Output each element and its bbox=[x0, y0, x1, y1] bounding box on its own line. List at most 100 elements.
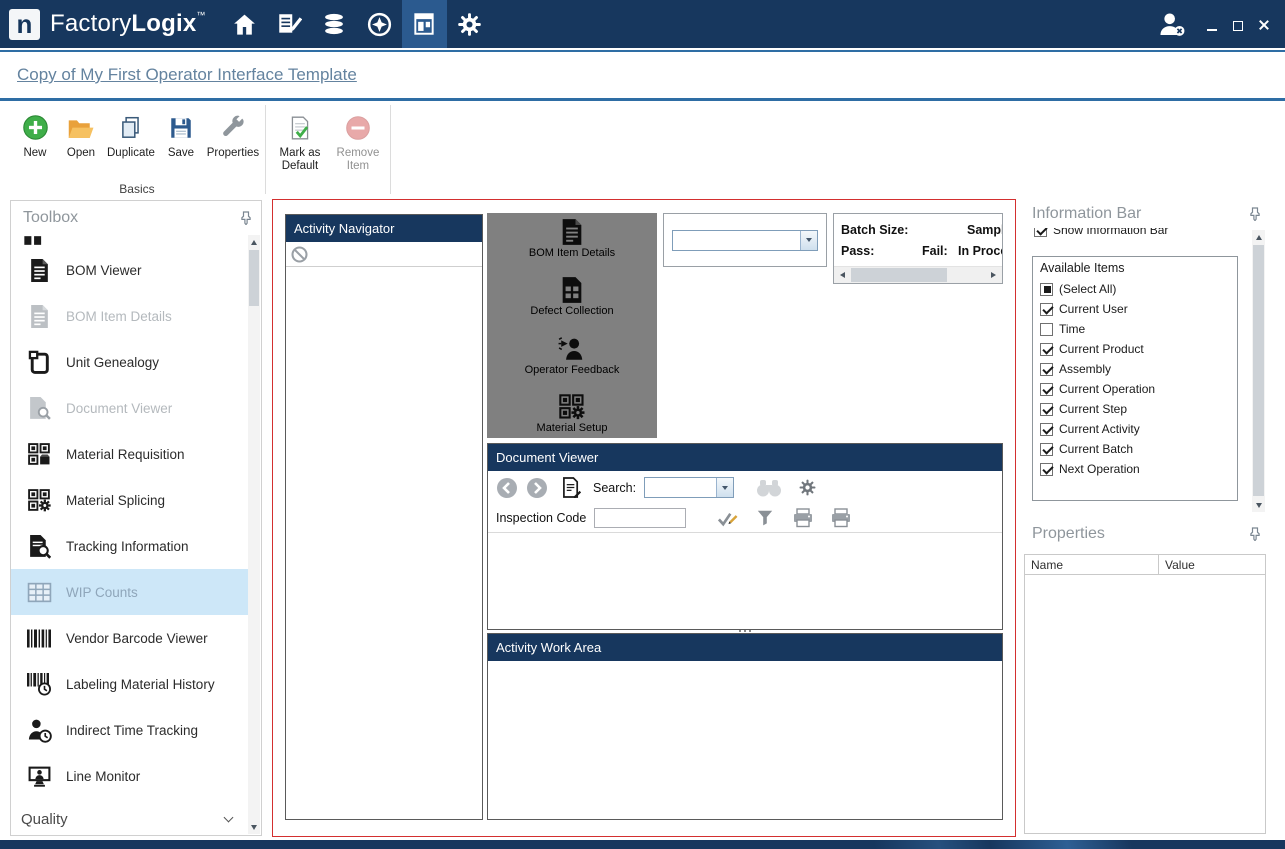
toolbox-scrollbar[interactable] bbox=[248, 235, 260, 834]
search-dropdown-button[interactable] bbox=[716, 478, 733, 497]
activity-item-material-setup[interactable]: Material Setup bbox=[487, 393, 657, 434]
batch-summary-panel[interactable]: Batch Size: Sample Pass: Fail: In Proces… bbox=[833, 213, 1003, 284]
back-button[interactable] bbox=[496, 477, 518, 499]
approve-check-icon[interactable] bbox=[716, 509, 738, 528]
toolbox-item-document-viewer[interactable]: Document Viewer bbox=[11, 385, 248, 431]
current-step-checkbox[interactable] bbox=[1040, 403, 1053, 416]
toolbox-item-indirect-time-tracking[interactable]: Indirect Time Tracking bbox=[11, 707, 248, 753]
mark-as-default-button[interactable]: Mark as Default bbox=[271, 109, 329, 173]
scroll-down-button[interactable] bbox=[1252, 498, 1265, 512]
current-user-checkbox[interactable] bbox=[1040, 303, 1053, 316]
activity-item-bom-item-details[interactable]: BOM Item Details bbox=[487, 218, 657, 259]
filter-icon[interactable] bbox=[756, 509, 774, 527]
document-viewer-content[interactable] bbox=[488, 533, 1002, 629]
show-information-bar-checkbox[interactable] bbox=[1034, 228, 1047, 237]
toolbox-group-quality[interactable]: Quality bbox=[11, 804, 248, 835]
nav-worksheet-icon[interactable] bbox=[267, 0, 312, 48]
toolbox-item-material-splicing[interactable]: Material Splicing bbox=[11, 477, 248, 523]
scroll-down-button[interactable] bbox=[248, 820, 260, 834]
scroll-right-button[interactable] bbox=[985, 267, 1002, 283]
pin-icon[interactable] bbox=[1249, 207, 1261, 221]
toolbox-item-unit-genealogy[interactable]: Unit Genealogy bbox=[11, 339, 248, 385]
user-account-icon[interactable] bbox=[1149, 0, 1195, 48]
current-product-checkbox[interactable] bbox=[1040, 343, 1053, 356]
scrollbar-thumb[interactable] bbox=[851, 268, 947, 282]
nav-dispatch-icon[interactable] bbox=[357, 0, 402, 48]
combobox-dropdown-button[interactable] bbox=[800, 231, 817, 250]
designer-surface[interactable]: Activity Navigator BOM Item Details Defe… bbox=[272, 199, 1016, 837]
show-information-bar-row[interactable]: Show Information Bar bbox=[1034, 228, 1270, 241]
pin-icon[interactable] bbox=[1249, 527, 1261, 541]
close-button[interactable] bbox=[1257, 17, 1271, 31]
toolbox-item-line-monitor[interactable]: Line Monitor bbox=[11, 753, 248, 799]
next-operation-checkbox[interactable] bbox=[1040, 463, 1053, 476]
toolbox-item-partial[interactable] bbox=[11, 234, 248, 247]
nav-home-icon[interactable] bbox=[222, 0, 267, 48]
toolbox-item-bom-item-details[interactable]: BOM Item Details bbox=[11, 293, 248, 339]
activity-navigator-panel[interactable]: Activity Navigator bbox=[285, 214, 483, 820]
current-batch-checkbox[interactable] bbox=[1040, 443, 1053, 456]
scrollbar-thumb[interactable] bbox=[249, 250, 259, 306]
nav-templates-icon[interactable] bbox=[402, 0, 447, 48]
scroll-left-button[interactable] bbox=[834, 267, 851, 283]
item-current-batch[interactable]: Current Batch bbox=[1033, 439, 1237, 459]
inspection-code-input[interactable] bbox=[594, 508, 686, 528]
column-header-value[interactable]: Value bbox=[1159, 555, 1265, 574]
search-input[interactable] bbox=[646, 479, 716, 496]
toolbox-item-material-requisition[interactable]: Material Requisition bbox=[11, 431, 248, 477]
viewer-settings-gear-icon[interactable] bbox=[798, 478, 817, 497]
nav-materials-icon[interactable] bbox=[312, 0, 357, 48]
print-icon[interactable] bbox=[792, 508, 814, 528]
item-current-activity[interactable]: Current Activity bbox=[1033, 419, 1237, 439]
toolbox-item-wip-counts[interactable]: WIP Counts bbox=[11, 569, 248, 615]
widget-combobox[interactable] bbox=[672, 230, 818, 251]
nav-settings-icon[interactable] bbox=[447, 0, 492, 48]
assembly-checkbox[interactable] bbox=[1040, 363, 1053, 376]
toolbox-item-vendor-barcode-viewer[interactable]: Vendor Barcode Viewer bbox=[11, 615, 248, 661]
activity-item-defect-collection[interactable]: Defect Collection bbox=[487, 276, 657, 317]
item-current-product[interactable]: Current Product bbox=[1033, 339, 1237, 359]
minimize-button[interactable] bbox=[1205, 17, 1219, 31]
scroll-up-button[interactable] bbox=[248, 235, 260, 249]
activity-work-area-content[interactable] bbox=[488, 661, 1002, 819]
select-all-checkbox[interactable] bbox=[1040, 283, 1053, 296]
new-button[interactable]: New bbox=[12, 109, 58, 160]
activity-toolbox-panel[interactable]: BOM Item Details Defect Collection Opera… bbox=[487, 213, 657, 438]
item-assembly[interactable]: Assembly bbox=[1033, 359, 1237, 379]
item-current-operation[interactable]: Current Operation bbox=[1033, 379, 1237, 399]
duplicate-button[interactable]: Duplicate bbox=[104, 109, 158, 160]
item-time[interactable]: Time bbox=[1033, 319, 1237, 339]
open-button[interactable]: Open bbox=[58, 109, 104, 160]
scrollbar-thumb[interactable] bbox=[1253, 245, 1264, 496]
item-select-all[interactable]: (Select All) bbox=[1033, 279, 1237, 299]
activity-work-area-panel[interactable]: Activity Work Area bbox=[487, 633, 1003, 820]
find-binoculars-icon[interactable] bbox=[756, 479, 782, 497]
maximize-button[interactable] bbox=[1231, 17, 1245, 31]
search-combobox[interactable] bbox=[644, 477, 734, 498]
item-next-operation[interactable]: Next Operation bbox=[1033, 459, 1237, 479]
item-current-user[interactable]: Current User bbox=[1033, 299, 1237, 319]
forward-button[interactable] bbox=[526, 477, 548, 499]
current-activity-checkbox[interactable] bbox=[1040, 423, 1053, 436]
toolbox-item-tracking-information[interactable]: Tracking Information bbox=[11, 523, 248, 569]
column-header-name[interactable]: Name bbox=[1025, 555, 1159, 574]
scroll-up-button[interactable] bbox=[1252, 230, 1265, 244]
item-current-step[interactable]: Current Step bbox=[1033, 399, 1237, 419]
template-title[interactable]: Copy of My First Operator Interface Temp… bbox=[17, 65, 357, 85]
pin-icon[interactable] bbox=[240, 211, 252, 225]
document-list-icon[interactable] bbox=[562, 477, 581, 498]
properties-button[interactable]: Properties bbox=[204, 109, 262, 160]
dropdown-widget-panel[interactable] bbox=[663, 213, 827, 267]
current-operation-checkbox[interactable] bbox=[1040, 383, 1053, 396]
print-preview-icon[interactable] bbox=[830, 508, 852, 528]
activity-item-operator-feedback[interactable]: Operator Feedback bbox=[487, 335, 657, 376]
toolbox-item-labeling-material-history[interactable]: Labeling Material History bbox=[11, 661, 248, 707]
remove-item-icon bbox=[345, 113, 371, 141]
batch-panel-hscrollbar[interactable] bbox=[834, 266, 1002, 283]
toolbox-item-bom-viewer[interactable]: BOM Viewer bbox=[11, 247, 248, 293]
document-viewer-panel[interactable]: Document Viewer Search: Inspection Code bbox=[487, 443, 1003, 630]
remove-item-button[interactable]: Remove Item bbox=[329, 109, 387, 173]
information-bar-scrollbar[interactable] bbox=[1252, 230, 1265, 512]
save-button[interactable]: Save bbox=[158, 109, 204, 160]
time-checkbox[interactable] bbox=[1040, 323, 1053, 336]
